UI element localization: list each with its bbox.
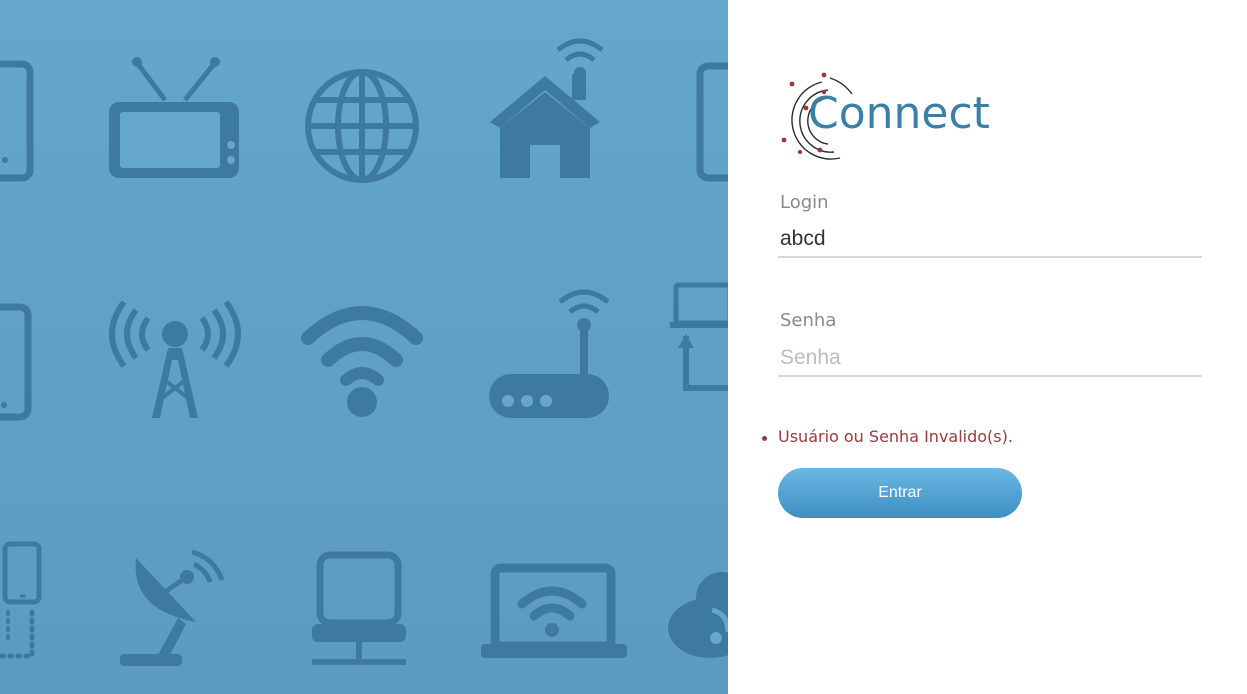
router-icon: [489, 289, 610, 418]
login-input[interactable]: [778, 222, 1202, 258]
device-icons-pattern: [0, 38, 728, 666]
cloud-icon: [668, 572, 728, 658]
login-panel: Connect Login Senha Usuário ou Senha Inv…: [728, 0, 1247, 694]
login-label: Login: [780, 192, 829, 213]
smartphone-icon: [0, 60, 34, 182]
phone-network-icon: [0, 541, 42, 659]
laptop-wifi-icon: [481, 563, 627, 658]
login-page: Connect Login Senha Usuário ou Senha Inv…: [0, 0, 1247, 694]
smart-home-icon: [490, 38, 604, 178]
laptop-sync-icon: [670, 282, 728, 391]
globe-icon: [305, 69, 419, 183]
background-illustration-panel: [0, 0, 728, 694]
smartphone-icon: [0, 303, 32, 421]
radio-tower-icon: [109, 300, 241, 418]
desktop-computer-icon: [312, 551, 406, 665]
login-submit-button[interactable]: Entrar: [778, 468, 1022, 518]
satellite-dish-icon: [120, 549, 225, 666]
tablet-icon: [696, 62, 728, 182]
brand-name: Connect: [808, 88, 990, 139]
tv-icon: [109, 57, 239, 178]
validation-error-list: Usuário ou Senha Invalido(s).: [760, 427, 1013, 446]
wifi-icon: [301, 306, 423, 417]
password-label: Senha: [780, 310, 837, 331]
password-input[interactable]: [778, 341, 1202, 377]
validation-error-message: Usuário ou Senha Invalido(s).: [760, 427, 1013, 446]
